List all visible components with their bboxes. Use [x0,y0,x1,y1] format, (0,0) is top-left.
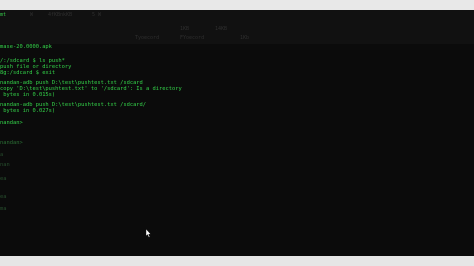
bottom-letterbox-bar [0,256,474,266]
terminal-line: mase-20.0000.apk [0,44,52,50]
terminal-line: 8g:/sdcard $ exit [0,70,56,76]
terminal-line: bytes in 0.015s) [0,92,56,98]
faded-line: nandan> [0,140,23,146]
top-letterbox-bar [0,0,474,10]
terminal-output: mase-20.0000.apk /:/sdcard $ ls push* pu… [0,10,474,256]
faded-line: ea [0,194,7,200]
faded-line: a [0,152,4,158]
screen-recording-frame: mt W 4fKBnkKB 5 W 1KB 14KB Tyoecord FYoe… [0,0,474,266]
mouse-pointer-icon [146,229,152,238]
terminal-line: bytes in 0.027s) [0,108,56,114]
faded-line: ma [0,206,7,212]
faded-line: ea [0,176,7,182]
terminal-prompt[interactable]: nandan> [0,120,23,126]
faded-line: nan [0,162,10,168]
